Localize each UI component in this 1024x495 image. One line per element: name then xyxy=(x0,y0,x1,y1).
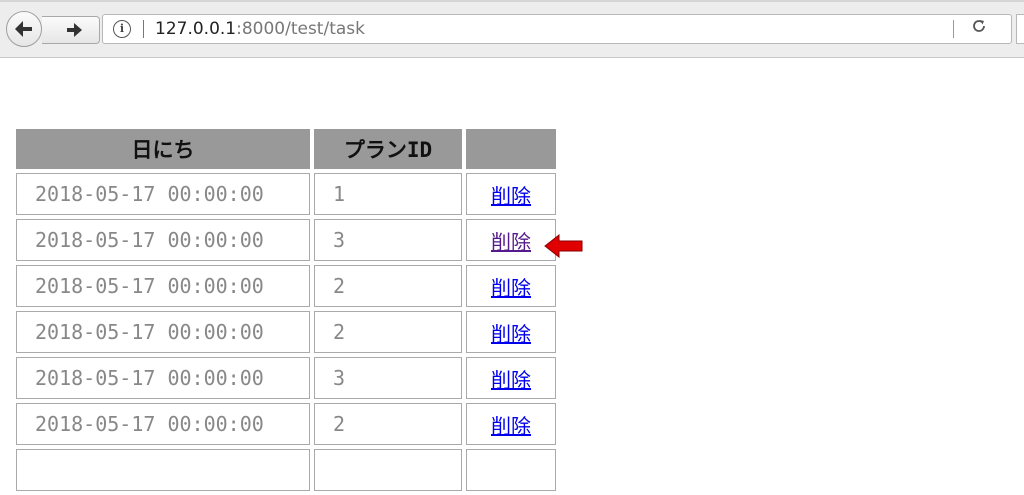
cell-action: 削除 xyxy=(466,173,556,215)
table-row: 2018-05-17 00:00:00 3 削除 xyxy=(16,357,556,399)
toolbar-top-edge xyxy=(0,0,1024,2)
nav-buttons xyxy=(6,11,100,49)
header-date: 日にち xyxy=(16,129,310,169)
table-row: 2018-05-17 00:00:00 2 削除 xyxy=(16,403,556,445)
table-row: 2018-05-17 00:00:00 1 削除 xyxy=(16,173,556,215)
header-action xyxy=(466,129,556,169)
delete-link[interactable]: 削除 xyxy=(491,414,531,438)
cell-plan-id: 3 xyxy=(314,219,462,261)
cell-date xyxy=(16,449,310,491)
table-row: 2018-05-17 00:00:00 2 削除 xyxy=(16,311,556,353)
browser-toolbar: i 127.0.0.1:8000/test/task xyxy=(0,0,1024,58)
task-table: 日にち プランID 2018-05-17 00:00:00 1 削除 2018-… xyxy=(12,125,560,495)
cell-date: 2018-05-17 00:00:00 xyxy=(16,311,310,353)
forward-arrow-icon xyxy=(66,23,82,37)
cell-action: 削除 xyxy=(466,219,556,261)
reload-glyph xyxy=(973,20,985,32)
url-host: 127.0.0.1 xyxy=(155,19,237,39)
delete-link[interactable]: 削除 xyxy=(491,322,531,346)
table-header-row: 日にち プランID xyxy=(16,129,556,169)
cell-action: 削除 xyxy=(466,265,556,307)
forward-button[interactable] xyxy=(42,16,100,44)
table-row: 2018-05-17 00:00:00 2 削除 xyxy=(16,265,556,307)
cell-date: 2018-05-17 00:00:00 xyxy=(16,403,310,445)
delete-link[interactable]: 削除 xyxy=(491,184,531,208)
url-path: :8000/test/task xyxy=(236,19,365,39)
cell-date: 2018-05-17 00:00:00 xyxy=(16,219,310,261)
cell-action xyxy=(466,449,556,491)
cell-plan-id: 2 xyxy=(314,311,462,353)
cell-plan-id: 2 xyxy=(314,403,462,445)
back-arrow-icon xyxy=(15,21,32,37)
cell-plan-id: 1 xyxy=(314,173,462,215)
header-plan-id: プランID xyxy=(314,129,462,169)
cell-plan-id: 3 xyxy=(314,357,462,399)
reload-separator xyxy=(953,20,954,38)
delete-link[interactable]: 削除 xyxy=(491,368,531,392)
url-separator xyxy=(143,20,144,38)
cell-date: 2018-05-17 00:00:00 xyxy=(16,265,310,307)
cell-action: 削除 xyxy=(466,403,556,445)
toolbar-overflow xyxy=(1016,14,1024,44)
table-row xyxy=(16,449,556,491)
cell-date: 2018-05-17 00:00:00 xyxy=(16,173,310,215)
cell-action: 削除 xyxy=(466,357,556,399)
cell-plan-id: 2 xyxy=(314,265,462,307)
cell-date: 2018-05-17 00:00:00 xyxy=(16,357,310,399)
cell-action: 削除 xyxy=(466,311,556,353)
reload-icon[interactable] xyxy=(969,18,989,40)
address-bar[interactable]: i 127.0.0.1:8000/test/task xyxy=(102,14,1012,44)
url-text[interactable]: 127.0.0.1:8000/test/task xyxy=(155,19,365,39)
cell-plan-id xyxy=(314,449,462,491)
red-left-arrow-icon xyxy=(544,233,583,259)
table-row: 2018-05-17 00:00:00 3 削除 xyxy=(16,219,556,261)
info-icon[interactable]: i xyxy=(113,20,131,38)
delete-link[interactable]: 削除 xyxy=(491,230,531,254)
delete-link[interactable]: 削除 xyxy=(491,276,531,300)
back-button[interactable] xyxy=(6,11,42,47)
